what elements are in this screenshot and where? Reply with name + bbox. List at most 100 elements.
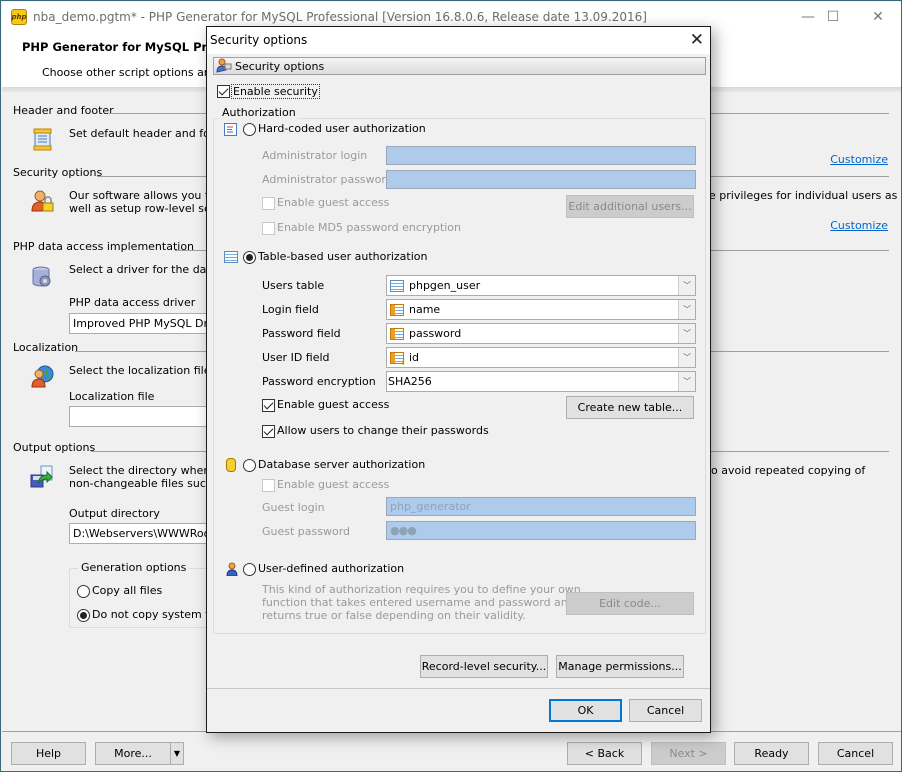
enable-security-label[interactable]: Enable security xyxy=(231,84,320,99)
section-output-title: Output options xyxy=(13,441,96,454)
encryption-select[interactable]: SHA256 ﹀ xyxy=(386,371,696,392)
customize-header-footer-link[interactable]: Customize xyxy=(830,153,888,166)
user-id-select[interactable]: ⚷ id ﹀ xyxy=(386,347,696,368)
back-button[interactable]: < Back xyxy=(567,742,642,765)
login-field-value: name xyxy=(409,303,441,316)
user-defined-radio[interactable] xyxy=(243,563,256,576)
hardcoded-label[interactable]: Hard-coded user authorization xyxy=(258,122,426,135)
user-id-value: id xyxy=(409,351,420,364)
output-dir-input[interactable]: D:\Webservers\WWWRoot\ xyxy=(69,523,219,544)
output-text-line2: non-changeable files such as xyxy=(69,477,229,490)
users-table-label: Users table xyxy=(262,279,325,292)
localization-file-input[interactable] xyxy=(69,406,219,427)
driver-label: PHP data access driver xyxy=(69,296,196,309)
table-guest-label[interactable]: Enable guest access xyxy=(277,398,389,411)
dialog-title-bar: Security options ✕ xyxy=(207,27,710,54)
edit-code-button[interactable]: Edit code... xyxy=(566,592,694,615)
dialog-close-button[interactable]: ✕ xyxy=(690,30,704,50)
db-guest-checkbox[interactable] xyxy=(262,479,275,492)
dialog-separator xyxy=(207,688,710,689)
hardcoded-list-icon xyxy=(224,123,237,136)
ready-button[interactable]: Ready xyxy=(734,742,809,765)
user-icon xyxy=(225,562,239,577)
hardcoded-guest-label: Enable guest access xyxy=(277,196,390,209)
more-button[interactable]: More... xyxy=(95,742,171,765)
ok-label: OK xyxy=(577,704,594,717)
admin-password-input[interactable] xyxy=(386,170,696,189)
db-server-radio[interactable] xyxy=(243,459,256,472)
banner-label: Security options xyxy=(235,59,325,73)
user-defined-label[interactable]: User-defined authorization xyxy=(258,562,404,575)
chevron-down-icon[interactable]: ﹀ xyxy=(678,300,695,319)
guest-login-label: Guest login xyxy=(262,501,325,514)
md5-checkbox[interactable] xyxy=(262,222,275,235)
security-options-dialog: Security options ✕ Security options Enab… xyxy=(206,26,711,733)
table-based-label[interactable]: Table-based user authorization xyxy=(258,250,428,263)
generation-options-title: Generation options xyxy=(78,561,190,574)
ok-button[interactable]: OK xyxy=(549,699,622,722)
guest-login-input[interactable]: php_generator xyxy=(386,497,696,516)
chevron-down-icon[interactable]: ﹀ xyxy=(678,324,695,343)
php-app-icon: php xyxy=(11,9,27,25)
chevron-down-icon[interactable]: ﹀ xyxy=(678,348,695,367)
close-window-button[interactable]: ✕ xyxy=(855,2,901,32)
section-header-footer-title: Header and footer xyxy=(13,104,114,117)
manage-permissions-button[interactable]: Manage permissions... xyxy=(556,655,684,678)
table-guest-checkbox[interactable] xyxy=(262,399,275,412)
guest-password-input[interactable]: ●●● xyxy=(386,521,696,540)
more-dropdown-button[interactable]: ▼ xyxy=(170,742,184,765)
copy-all-label[interactable]: Copy all files xyxy=(92,584,162,597)
back-label: < Back xyxy=(584,747,625,760)
table-based-radio[interactable] xyxy=(243,251,256,264)
chevron-down-icon[interactable]: ﹀ xyxy=(678,276,695,295)
hardcoded-radio[interactable] xyxy=(243,123,256,136)
record-level-label: Record-level security... xyxy=(421,660,547,673)
output-text-line1-right: o avoid repeated copying of xyxy=(711,464,866,477)
hardcoded-guest-checkbox[interactable] xyxy=(262,197,275,210)
maximize-button[interactable]: ☐ xyxy=(810,2,856,32)
password-field-select[interactable]: password ﹀ xyxy=(386,323,696,344)
customize-security-link[interactable]: Customize xyxy=(830,219,888,232)
create-table-label: Create new table... xyxy=(577,401,683,414)
password-field-label: Password field xyxy=(262,327,341,340)
login-field-select[interactable]: name ﹀ xyxy=(386,299,696,320)
password-field-value: password xyxy=(409,327,462,340)
no-copy-radio[interactable] xyxy=(77,609,90,622)
encryption-label: Password encryption xyxy=(262,375,376,388)
cancel-label: Cancel xyxy=(836,747,875,760)
user-defined-desc-1: This kind of authorization requires you … xyxy=(262,583,581,596)
dialog-title: Security options xyxy=(210,33,308,47)
allow-change-checkbox[interactable] xyxy=(262,425,275,438)
dialog-banner: Security options xyxy=(213,57,706,75)
user-id-label: User ID field xyxy=(262,351,330,364)
edit-additional-users-button[interactable]: Edit additional users... xyxy=(566,195,694,218)
help-button[interactable]: Help xyxy=(11,742,86,765)
users-table-select[interactable]: phpgen_user ﹀ xyxy=(386,275,696,296)
cancel-button[interactable]: Cancel xyxy=(818,742,893,765)
encryption-value: SHA256 xyxy=(388,375,432,388)
copy-all-radio[interactable] xyxy=(77,585,90,598)
db-guest-label: Enable guest access xyxy=(277,478,390,491)
output-dir-label: Output directory xyxy=(69,507,160,520)
allow-change-label[interactable]: Allow users to change their passwords xyxy=(277,424,489,437)
enable-security-checkbox[interactable] xyxy=(217,85,230,98)
driver-select[interactable]: Improved PHP MySQL Driver xyxy=(69,313,219,334)
create-new-table-button[interactable]: Create new table... xyxy=(566,396,694,419)
next-label: Next > xyxy=(669,747,708,760)
help-label: Help xyxy=(35,747,62,760)
localization-file-label: Localization file xyxy=(69,390,155,403)
chevron-down-icon[interactable]: ﹀ xyxy=(678,372,695,391)
admin-password-label: Administrator password xyxy=(262,173,393,186)
admin-login-input[interactable] xyxy=(386,146,696,165)
next-button[interactable]: Next > xyxy=(651,742,726,765)
edit-code-label: Edit code... xyxy=(599,597,661,610)
field-icon xyxy=(390,303,404,316)
db-server-label[interactable]: Database server authorization xyxy=(258,458,425,471)
output-text-line1: Select the directory where fil xyxy=(69,464,228,477)
dialog-cancel-button[interactable]: Cancel xyxy=(629,699,702,722)
user-globe-icon xyxy=(30,364,54,388)
login-field-label: Login field xyxy=(262,303,319,316)
record-level-security-button[interactable]: Record-level security... xyxy=(420,655,548,678)
table-icon xyxy=(224,251,238,263)
user-defined-desc-3: returns true or false depending on their… xyxy=(262,609,526,622)
